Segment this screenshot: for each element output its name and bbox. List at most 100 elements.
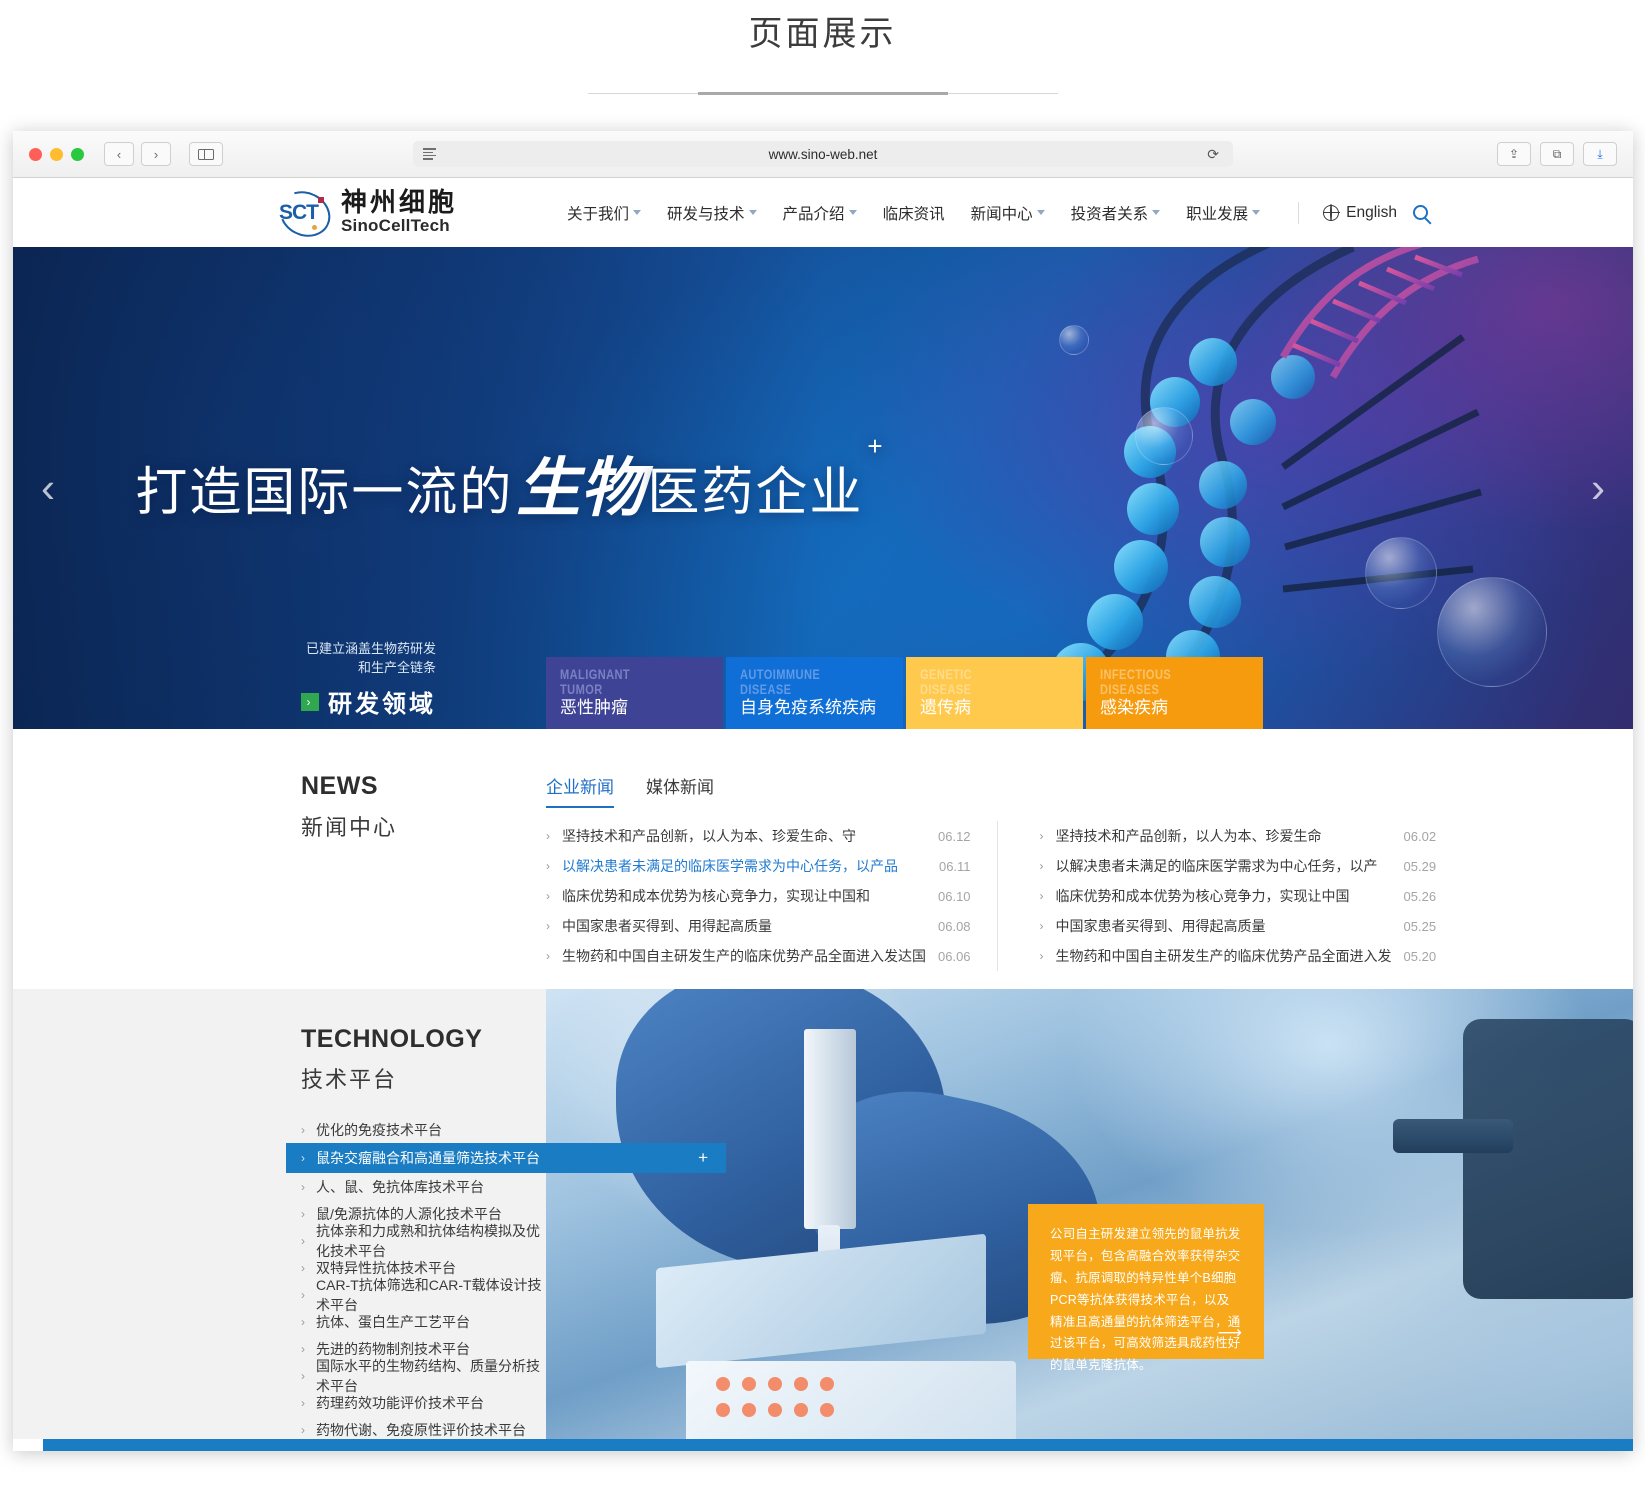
tech-list-item[interactable]: › 国际水平的生物药结构、质量分析技术平台 xyxy=(286,1358,546,1394)
news-item[interactable]: › 生物药和中国自主研发生产的临床优势产品全面进入发 05.20 xyxy=(1040,941,1437,971)
chevron-right-icon: › xyxy=(301,692,319,711)
tech-list-item[interactable]: › 抗体、蛋白生产工艺平台 xyxy=(286,1308,546,1335)
bubble-decoration xyxy=(1365,537,1437,609)
reload-icon[interactable]: ⟳ xyxy=(1207,146,1219,163)
news-item-title: 临床优势和成本优势为核心竞争力，实现让中国 xyxy=(1055,888,1350,904)
chevron-right-icon: › xyxy=(546,859,550,873)
logo-mark-text: SCT xyxy=(279,200,319,224)
arrow-right-icon[interactable]: ⟶ xyxy=(1218,1323,1242,1343)
maximize-window-button[interactable] xyxy=(71,147,84,161)
tech-list-item[interactable]: › 抗体亲和力成熟和抗体结构模拟及优化技术平台 xyxy=(286,1223,546,1259)
technology-platform-list: › 优化的免疫技术平台 › 鼠杂交瘤融合和高通量筛选技术平台 + › 人、鼠、免… xyxy=(286,1116,726,1443)
tech-list-item[interactable]: › 人、鼠、免抗体库技术平台 xyxy=(286,1173,546,1200)
chevron-right-icon: › xyxy=(301,1233,305,1248)
news-item[interactable]: › 临床优势和成本优势为核心竞争力，实现让中国和 06.10 xyxy=(546,881,971,911)
plate-well xyxy=(820,1403,834,1417)
news-item-title: 坚持技术和产品创新，以人为本、珍爱生命、守 xyxy=(562,828,856,844)
news-item-date: 05.26 xyxy=(1403,888,1437,904)
share-button[interactable]: ⇪ xyxy=(1497,142,1531,166)
nav-item-clinical[interactable]: 临床资讯 xyxy=(883,202,945,224)
downloads-button[interactable]: ⤓ xyxy=(1583,142,1617,166)
technology-section: 公司自主研发建立领先的鼠单抗发现平台，包含高融合效率获得杂交瘤、抗原调取的特异性… xyxy=(13,989,1633,1451)
tile-infectious-diseases[interactable]: INFECTIOUS DISEASES 感染疾病 xyxy=(1086,657,1263,729)
news-columns: › 坚持技术和产品创新，以人为本、珍爱生命、守 06.12 › 以解决患者未满足… xyxy=(546,821,1436,971)
address-bar[interactable]: www.sino-web.net ⟳ xyxy=(413,141,1233,167)
news-item-date: 06.12 xyxy=(938,828,971,844)
news-item[interactable]: › 临床优势和成本优势为核心竞争力，实现让中国 05.26 xyxy=(1040,881,1437,911)
nav-item-rnd[interactable]: 研发与技术 xyxy=(667,202,757,224)
news-item[interactable]: › 坚持技术和产品创新，以人为本、珍爱生命 06.02 xyxy=(1040,821,1437,851)
forward-button[interactable]: › xyxy=(141,142,171,166)
search-icon[interactable] xyxy=(1412,205,1428,220)
rd-area-label: 已建立涵盖生物药研发 和生产全链条 › 研发领域 xyxy=(301,640,436,719)
plate-well xyxy=(716,1403,730,1417)
tile-malignant-tumor[interactable]: MALIGNANT TUMOR 恶性肿瘤 xyxy=(546,657,723,729)
tech-list-item[interactable]: › 药理药效功能评价技术平台 xyxy=(286,1389,546,1416)
site-logo[interactable]: SCT 神州细胞 SinoCellTech xyxy=(272,182,457,245)
chevron-right-icon: › xyxy=(301,1151,305,1165)
plate-well xyxy=(768,1377,782,1391)
language-label: English xyxy=(1346,203,1397,221)
close-window-button[interactable] xyxy=(29,147,42,161)
tab-corporate-news[interactable]: 企业新闻 xyxy=(546,773,614,808)
hero-headline-plus: + xyxy=(867,431,885,461)
chevron-right-icon: › xyxy=(546,949,550,963)
rd-area-button[interactable]: › 研发领域 xyxy=(301,684,436,719)
rd-tagline-line1: 已建立涵盖生物药研发 xyxy=(305,641,436,657)
nav-item-products[interactable]: 产品介绍 xyxy=(783,202,857,224)
sidebar-icon xyxy=(198,148,214,160)
page-heading: 页面展示 xyxy=(0,0,1645,94)
tab-media-news[interactable]: 媒体新闻 xyxy=(646,773,714,808)
news-item-date: 05.29 xyxy=(1403,858,1437,874)
nav-item-about[interactable]: 关于我们 xyxy=(567,202,642,224)
plate-well xyxy=(716,1377,730,1391)
plate-well xyxy=(742,1403,756,1417)
assay-plate-shape xyxy=(656,1233,986,1369)
tab-overview-button[interactable]: ⧉ xyxy=(1540,142,1574,166)
tech-list-item[interactable]: › 优化的免疫技术平台 xyxy=(286,1116,546,1143)
chevron-right-icon: › xyxy=(1039,859,1044,873)
nav-item-careers[interactable]: 职业发展 xyxy=(1186,202,1261,224)
news-item-title: 临床优势和成本优势为核心竞争力，实现让中国和 xyxy=(562,888,870,904)
news-column-left: › 坚持技术和产品创新，以人为本、珍爱生命、守 06.12 › 以解决患者未满足… xyxy=(546,821,997,971)
window-controls[interactable] xyxy=(29,147,84,161)
hero-prev-button[interactable]: ‹ xyxy=(41,467,55,509)
sidebar-toggle-button[interactable] xyxy=(189,142,223,166)
hero-next-button[interactable]: › xyxy=(1591,467,1605,509)
news-item[interactable]: › 生物药和中国自主研发生产的临床优势产品全面进入发达国 06.06 xyxy=(546,941,971,971)
nav-item-investors[interactable]: 投资者关系 xyxy=(1071,202,1161,224)
technology-panel: TECHNOLOGY 技术平台 › 优化的免疫技术平台 › 鼠杂交瘤融合和高通量… xyxy=(13,989,726,1451)
news-item[interactable]: › 以解决患者未满足的临床医学需求为中心任务，以产品 06.11 xyxy=(546,851,971,881)
microscope-body xyxy=(1463,1019,1633,1299)
news-item-date: 06.06 xyxy=(938,948,971,964)
hero-headline-part2: 医药企业 xyxy=(647,464,864,522)
browser-toolbar-right: ⇪ ⧉ ⤓ xyxy=(1497,142,1617,166)
tile-genetic-disease[interactable]: GENETIC DISEASE 遗传病 xyxy=(906,657,1083,729)
news-item-title: 生物药和中国自主研发生产的临床优势产品全面进入发达国 xyxy=(562,948,926,964)
lab-photo: 公司自主研发建立领先的鼠单抗发现平台，包含高融合效率获得杂交瘤、抗原调取的特异性… xyxy=(546,989,1633,1451)
tech-list-item-active[interactable]: › 鼠杂交瘤融合和高通量筛选技术平台 + xyxy=(286,1143,726,1173)
tile-autoimmune-disease[interactable]: AUTOIMMUNE DISEASE 自身免疫系统疾病 xyxy=(726,657,903,729)
news-heading-en: NEWS xyxy=(301,772,378,800)
back-button[interactable]: ‹ xyxy=(104,142,134,166)
news-item[interactable]: › 以解决患者未满足的临床医学需求为中心任务，以产 05.29 xyxy=(1040,851,1437,881)
chevron-down-icon xyxy=(1036,210,1045,215)
browser-nav-buttons[interactable]: ‹ › xyxy=(104,142,171,166)
chevron-right-icon: › xyxy=(301,1314,305,1329)
nav-item-news[interactable]: 新闻中心 xyxy=(971,202,1045,224)
tech-list-item[interactable]: › CAR-T抗体筛选和CAR-T载体设计技术平台 xyxy=(286,1277,546,1313)
minimize-window-button[interactable] xyxy=(50,147,63,161)
tile-label-cn: 感染疾病 xyxy=(1100,698,1168,717)
language-switcher[interactable]: English xyxy=(1322,203,1397,222)
news-item[interactable]: › 坚持技术和产品创新，以人为本、珍爱生命、守 06.12 xyxy=(546,821,971,851)
plate-well xyxy=(742,1377,756,1391)
news-item[interactable]: › 中国家患者买得到、用得起高质量 06.08 xyxy=(546,911,971,941)
plus-icon[interactable]: + xyxy=(698,1148,708,1168)
news-item[interactable]: › 中国家患者买得到、用得起高质量 05.25 xyxy=(1040,911,1437,941)
plate-well xyxy=(794,1377,808,1391)
hero-headline-brush: 生物 xyxy=(516,452,645,524)
news-item-title: 以解决患者未满足的临床医学需求为中心任务，以产 xyxy=(1055,858,1378,874)
news-section: NEWS 新闻中心 企业新闻 媒体新闻 › 坚持技术和产品创新，以人为本、珍爱生… xyxy=(13,729,1633,989)
reader-view-icon[interactable] xyxy=(423,148,436,160)
header-utilities: English xyxy=(1298,201,1428,224)
